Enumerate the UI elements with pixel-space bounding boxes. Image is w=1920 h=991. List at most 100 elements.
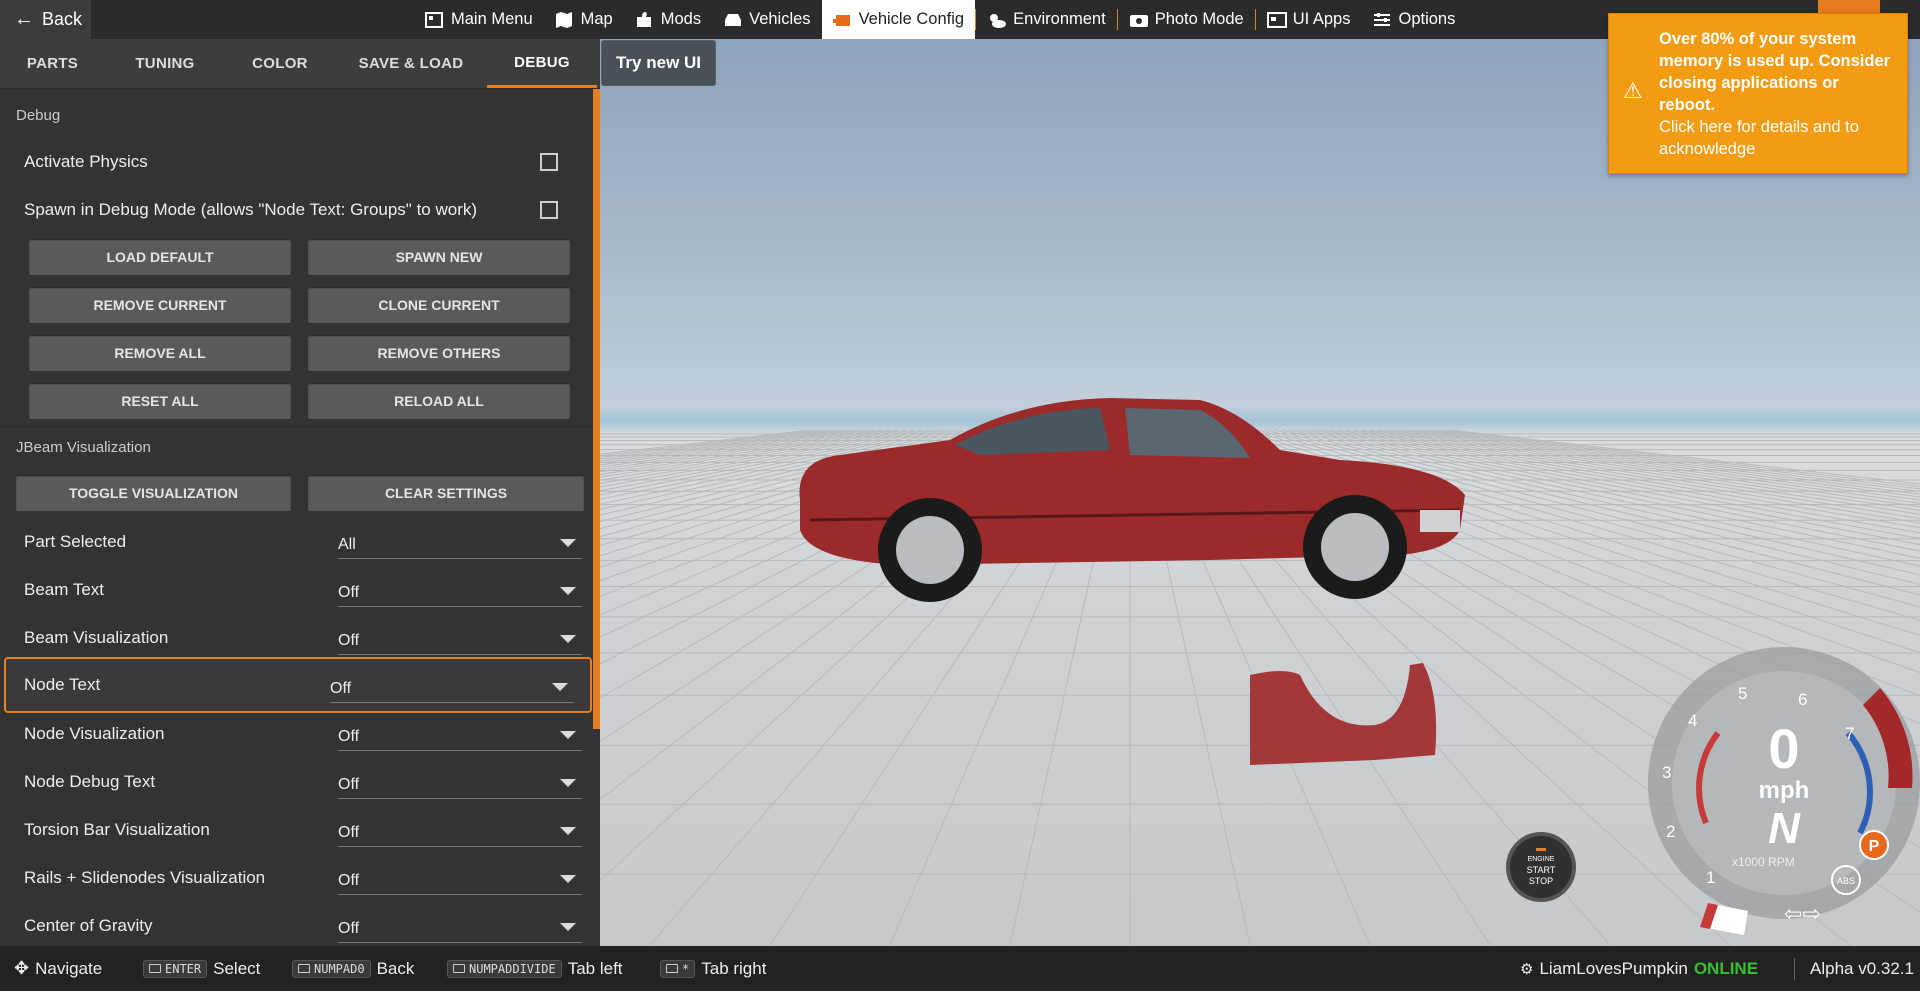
center-of-gravity-dropdown[interactable]: Off: [338, 909, 582, 943]
clear-settings-button[interactable]: CLEAR SETTINGS: [308, 475, 584, 511]
load-default-button[interactable]: LOAD DEFAULT: [29, 239, 291, 275]
speed-unit: mph: [1759, 777, 1810, 804]
clone-current-button[interactable]: CLONE CURRENT: [308, 287, 570, 323]
spawn-debug-checkbox[interactable]: [540, 201, 558, 219]
chevron-down-icon: [560, 587, 576, 595]
reset-all-button[interactable]: RESET ALL: [29, 383, 291, 419]
rails-slidenodes-dropdown[interactable]: Off: [338, 861, 582, 895]
tab-tuning[interactable]: TUNING: [105, 39, 225, 88]
chevron-down-icon: [560, 875, 576, 883]
node-text-dropdown[interactable]: Off: [330, 669, 574, 703]
tab-save-load[interactable]: SAVE & LOAD: [335, 39, 487, 88]
setting-node-debug-text[interactable]: Node Debug Text Off: [8, 759, 586, 805]
part-selected-dropdown[interactable]: All: [338, 525, 582, 559]
hint-label: Tab right: [701, 958, 767, 978]
rpm-tick: 4: [1688, 711, 1697, 730]
dropdown-value: Off: [338, 824, 360, 841]
main-menu-icon: [425, 11, 445, 29]
warning-icon: ⚠: [1623, 78, 1643, 103]
tab-debug[interactable]: DEBUG: [487, 39, 597, 88]
panel-scrollbar[interactable]: [593, 89, 600, 729]
dropdown-value: Off: [338, 584, 360, 601]
notification-title: Over 80% of your system memory is used u…: [1659, 30, 1891, 114]
keyboard-key: NUMPAD0: [292, 959, 371, 978]
memory-warning-notification[interactable]: ⚠ Over 80% of your system memory is used…: [1608, 13, 1908, 174]
spawn-new-button[interactable]: SPAWN NEW: [308, 239, 570, 275]
bottom-hint-bar: ✥ Navigate ENTER Select NUMPAD0 Back NUMPAD…: [0, 946, 1920, 991]
remove-others-button[interactable]: REMOVE OTHERS: [308, 335, 570, 371]
online-status: ONLINE: [1693, 958, 1759, 978]
keyboard-icon: [453, 964, 465, 973]
torsion-bar-dropdown[interactable]: Off: [338, 813, 582, 847]
node-debug-text-dropdown[interactable]: Off: [338, 765, 582, 799]
menu-ui-apps[interactable]: UI Apps: [1256, 0, 1362, 39]
reload-all-button[interactable]: RELOAD ALL: [308, 383, 570, 419]
keyboard-icon: [298, 964, 310, 973]
car-icon: [723, 11, 743, 29]
menu-photo-mode[interactable]: Photo Mode: [1118, 0, 1255, 39]
setting-label: Beam Text: [24, 580, 105, 599]
setting-torsion-bar[interactable]: Torsion Bar Visualization Off: [8, 807, 586, 853]
gear-indicator: N: [1768, 804, 1801, 853]
dpad-icon: ✥: [14, 958, 30, 978]
chevron-down-icon: [560, 635, 576, 643]
engine-led: [1536, 847, 1546, 851]
hint-label: Back: [376, 958, 415, 978]
setting-beam-text[interactable]: Beam Text Off: [8, 567, 586, 613]
activate-physics-row[interactable]: Activate Physics: [8, 139, 586, 185]
menu-map[interactable]: Map: [544, 0, 624, 39]
user-status[interactable]: ⚙ LiamLovesPumpkin ONLINE: [1520, 946, 1758, 991]
hint-label: Select: [213, 958, 261, 978]
version-label: Alpha v0.32.1: [1810, 958, 1914, 978]
spawn-debug-row[interactable]: Spawn in Debug Mode (allows "Node Text: …: [8, 187, 586, 233]
menu-environment[interactable]: Environment: [976, 0, 1117, 39]
setting-node-visualization[interactable]: Node Visualization Off: [8, 711, 586, 757]
setting-label: Center of Gravity: [24, 916, 153, 935]
try-new-ui-button[interactable]: Try new UI: [601, 40, 716, 86]
menu-vehicles[interactable]: Vehicles: [712, 0, 821, 39]
menu-options[interactable]: Options: [1361, 0, 1466, 39]
puzzle-icon: [635, 11, 655, 29]
menu-main-menu[interactable]: Main Menu: [414, 0, 544, 39]
tab-parts[interactable]: PARTS: [0, 39, 105, 88]
main-navigation: Main Menu Map Mods Vehicles Vehicle Conf…: [414, 0, 1466, 39]
toggle-visualization-button[interactable]: TOGGLE VISUALIZATION: [16, 475, 291, 511]
weather-icon: [987, 11, 1007, 29]
rpm-tick: 6: [1798, 690, 1807, 709]
remove-current-button[interactable]: REMOVE CURRENT: [29, 287, 291, 323]
back-button[interactable]: ← Back: [0, 0, 91, 39]
menu-mods[interactable]: Mods: [624, 0, 712, 39]
setting-node-text[interactable]: Node Text Off: [4, 657, 592, 713]
parking-label: P: [1869, 838, 1880, 855]
tab-color[interactable]: COLOR: [225, 39, 335, 88]
debug-content[interactable]: Debug Activate Physics Spawn in Debug Mo…: [0, 89, 592, 946]
red-car: [799, 398, 1465, 602]
setting-center-of-gravity[interactable]: Center of Gravity Off: [8, 903, 586, 946]
rpm-tick: 1: [1706, 868, 1715, 887]
map-icon: [555, 11, 575, 29]
username: LiamLovesPumpkin: [1539, 958, 1688, 978]
setting-label: Torsion Bar Visualization: [24, 820, 210, 839]
hint-label: Tab left: [567, 958, 623, 978]
menu-vehicle-config[interactable]: Vehicle Config: [821, 0, 976, 39]
rpm-tick: 5: [1738, 684, 1747, 703]
setting-label: Part Selected: [24, 532, 127, 551]
keyboard-key: NUMPADDIVIDE: [447, 959, 562, 978]
remove-all-button[interactable]: REMOVE ALL: [29, 335, 291, 371]
setting-label: Node Text: [24, 675, 101, 694]
dropdown-value: Off: [338, 920, 360, 937]
engine-label: STOP: [1528, 875, 1554, 886]
node-visualization-dropdown[interactable]: Off: [338, 717, 582, 751]
beam-text-dropdown[interactable]: Off: [338, 573, 582, 607]
activate-physics-checkbox[interactable]: [540, 153, 558, 171]
dropdown-value: All: [338, 536, 356, 553]
setting-rails-slidenodes[interactable]: Rails + Slidenodes Visualization Off: [8, 855, 586, 901]
keyboard-icon: [666, 964, 678, 973]
setting-part-selected[interactable]: Part Selected All: [8, 519, 586, 565]
status-divider: [1794, 958, 1795, 980]
detached-fender: [1250, 663, 1437, 765]
engine-start-stop-button[interactable]: ENGINE START STOP: [1506, 832, 1576, 902]
activate-physics-label: Activate Physics: [24, 152, 148, 171]
beam-visualization-dropdown[interactable]: Off: [338, 621, 582, 655]
setting-beam-visualization[interactable]: Beam Visualization Off: [8, 615, 586, 661]
